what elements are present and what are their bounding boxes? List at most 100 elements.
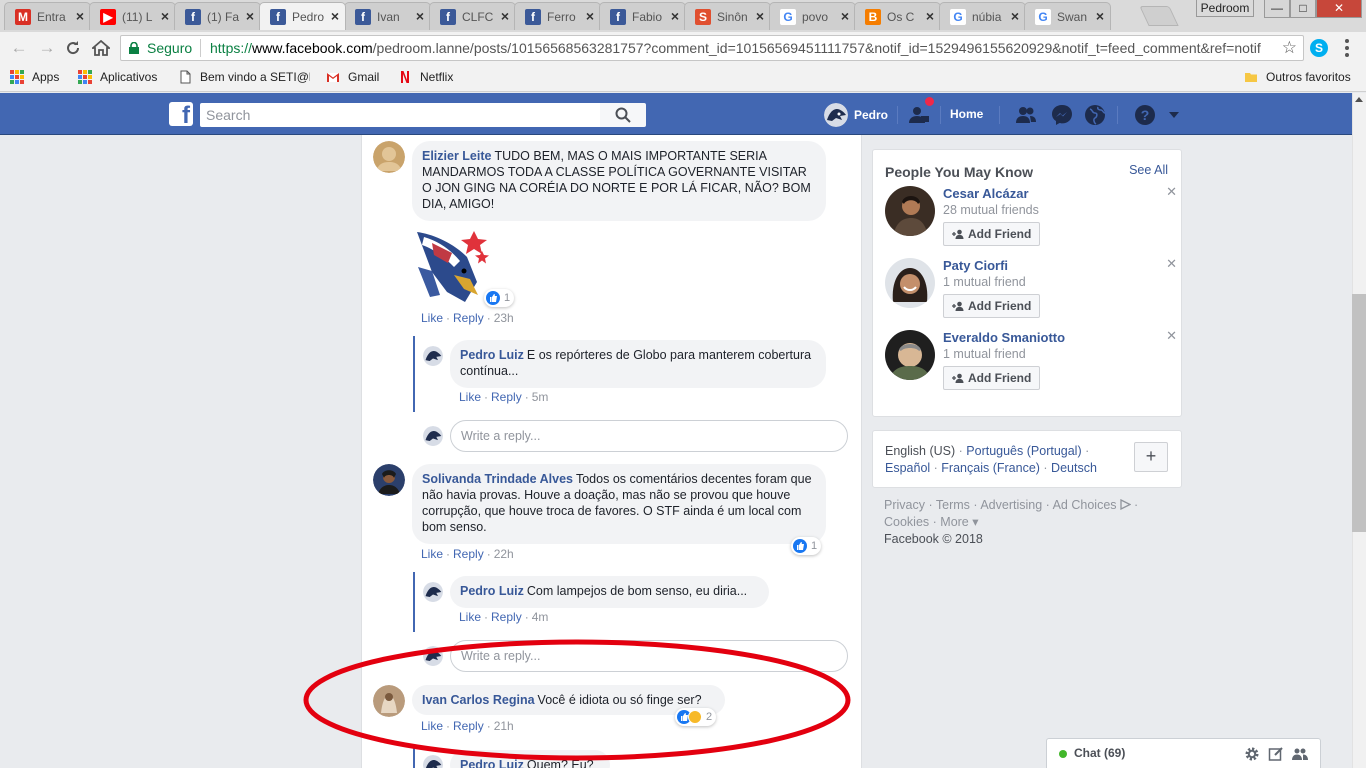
close-tab-icon[interactable]: × [586,8,594,24]
reaction-badge[interactable]: 2 [675,708,717,726]
avatar[interactable] [373,464,405,496]
language-link[interactable]: Español [885,461,930,475]
avatar[interactable] [373,141,405,173]
like-link[interactable]: Like [421,719,443,733]
close-tab-icon[interactable]: × [671,8,679,24]
dismiss-icon[interactable]: ✕ [1166,328,1177,344]
home-button[interactable] [90,37,112,59]
bookmark-gmail[interactable]: Gmail [326,70,379,84]
tab-10[interactable]: B Os C × [854,2,941,30]
reply-link[interactable]: Reply [491,390,522,404]
close-tab-icon[interactable]: × [926,8,934,24]
dismiss-icon[interactable]: ✕ [1166,184,1177,200]
person-name-link[interactable]: Paty Ciorfi [943,258,1008,273]
comment-author-link[interactable]: Solivanda Trindade Alves [422,472,573,486]
tab-6[interactable]: f Ferro × [514,2,601,30]
add-friend-button[interactable]: Add Friend [943,294,1041,318]
reply-input[interactable] [461,647,721,665]
facebook-logo-icon[interactable]: f [169,102,193,126]
reply-link[interactable]: Reply [453,719,484,733]
see-all-link[interactable]: See All [1129,163,1168,177]
ad-choices-link[interactable]: Ad Choices [1053,498,1117,512]
like-link[interactable]: Like [459,390,481,404]
minimize-button[interactable]: — [1264,0,1290,18]
address-bar[interactable]: Seguro https://www.facebook.com/pedroom.… [120,35,1304,61]
help-icon[interactable]: ? [1134,104,1156,126]
close-tab-icon[interactable]: × [1096,8,1104,24]
advertising-link[interactable]: Advertising [980,498,1042,512]
comment-author-link[interactable]: Pedro Luiz [460,348,524,362]
comment-timestamp[interactable]: 23h [494,311,514,325]
browser-menu-icon[interactable] [1344,39,1350,57]
search-button[interactable] [600,103,646,127]
tab-0[interactable]: M Entra × [4,2,91,30]
close-window-button[interactable]: ✕ [1316,0,1362,18]
dismiss-icon[interactable]: ✕ [1166,256,1177,272]
mutual-friends[interactable]: 1 mutual friend [943,347,1026,361]
bookmark-netflix[interactable]: Netflix [398,70,453,84]
avatar[interactable] [885,258,935,308]
friend-requests-icon[interactable] [1015,104,1037,126]
chat-settings-gear-icon[interactable] [1244,746,1260,762]
avatar[interactable] [423,346,443,366]
ad-choices-icon[interactable] [1119,498,1131,511]
reply-input[interactable] [461,427,721,445]
tab-8[interactable]: S Sinôn × [684,2,771,30]
tab-11[interactable]: Gnúbia × [939,2,1026,30]
bookmark-aplicativos[interactable]: Aplicativos [78,70,157,84]
bookmark-star-icon[interactable]: ☆ [1282,38,1297,58]
like-link[interactable]: Like [421,311,443,325]
close-tab-icon[interactable]: × [841,8,849,24]
chat-bar[interactable]: Chat (69) [1046,738,1321,768]
scroll-up-icon[interactable] [1355,97,1363,102]
comment-author-link[interactable]: Ivan Carlos Regina [422,693,535,707]
language-link[interactable]: Deutsch [1051,461,1097,475]
messenger-icon[interactable] [1051,104,1073,126]
reply-composer[interactable]: GIF [450,640,848,672]
tab-7[interactable]: f Fabio × [599,2,686,30]
add-friend-button[interactable]: Add Friend [943,222,1041,246]
comment-author-link[interactable]: Pedro Luiz [460,584,524,598]
reaction-badge[interactable]: 1 [791,537,822,555]
close-tab-icon[interactable]: × [756,8,764,24]
scrollbar-thumb[interactable] [1352,294,1366,532]
comment-timestamp[interactable]: 21h [494,719,514,733]
tab-12[interactable]: G Swan × [1024,2,1111,30]
avatar[interactable] [373,685,405,717]
find-friends-icon[interactable] [908,104,930,126]
more-link[interactable]: More [940,515,968,529]
account-menu-chevron-icon[interactable] [1168,110,1180,120]
reaction-badge[interactable]: 1 [484,289,515,307]
mutual-friends[interactable]: 1 mutual friend [943,275,1026,289]
reload-button[interactable] [62,37,84,59]
browser-profile-button[interactable]: Pedroom [1196,0,1254,17]
comment-timestamp[interactable]: 4m [532,610,549,624]
reply-composer[interactable]: GIF [450,420,848,452]
comment-author-link[interactable]: Elizier Leite [422,149,491,163]
tab-4[interactable]: f Ivan × [344,2,431,30]
close-tab-icon[interactable]: × [76,8,84,24]
add-friend-button[interactable]: Add Friend [943,366,1041,390]
notifications-globe-icon[interactable] [1084,104,1106,126]
person-name-link[interactable]: Cesar Alcázar [943,186,1029,201]
comment-author-link[interactable]: Pedro Luiz [460,758,524,768]
forward-button[interactable]: → [36,37,58,59]
language-link[interactable]: Português (Portugal) [966,444,1081,458]
tab-1[interactable]: ▶ (11) L × [89,2,176,30]
bookmark-apps[interactable]: Apps [10,70,59,84]
close-tab-icon[interactable]: × [501,8,509,24]
url-text[interactable]: https://www.facebook.com/pedroom.lanne/p… [210,40,1270,56]
tab-2[interactable]: f (1) Fa × [174,2,261,30]
terms-link[interactable]: Terms [936,498,970,512]
search-input[interactable] [200,103,600,127]
home-link[interactable]: Home [950,107,983,121]
reply-link[interactable]: Reply [491,610,522,624]
avatar[interactable] [885,330,935,380]
group-chat-icon[interactable] [1292,746,1308,762]
maximize-button[interactable]: □ [1290,0,1316,18]
profile-link[interactable]: Pedro [824,103,888,127]
skype-extension-icon[interactable]: S [1310,39,1328,57]
new-message-icon[interactable] [1268,746,1284,762]
bookmark-other-folder[interactable]: Outros favoritos [1244,70,1351,84]
tab-3[interactable]: f Pedro × [259,2,346,30]
